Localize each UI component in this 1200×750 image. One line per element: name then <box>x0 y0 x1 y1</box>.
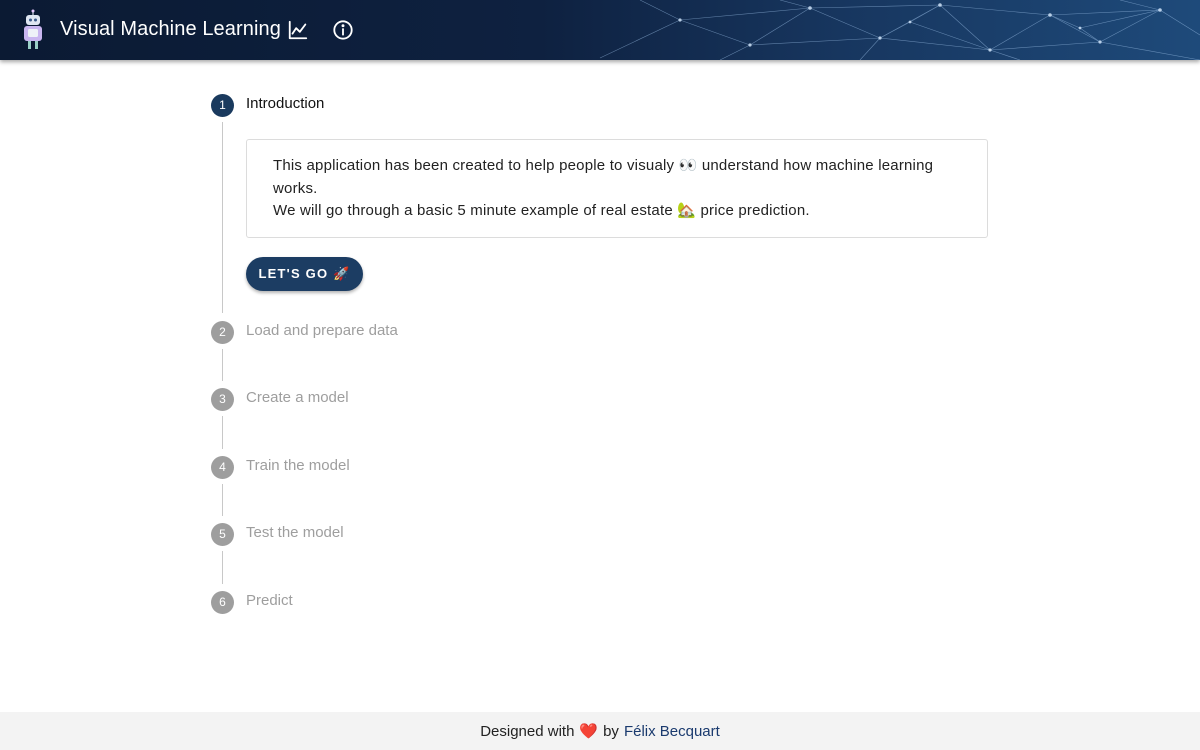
footer: Designed with ❤️ by Félix Becquart <box>0 712 1200 750</box>
step-number-badge: 5 <box>211 522 234 546</box>
heart-icon: ❤️ <box>579 723 599 740</box>
intro-text-line-2: We will go through a basic 5 minute exam… <box>273 202 810 219</box>
step-label: Predict <box>246 592 293 609</box>
step-number-badge: 3 <box>211 387 234 411</box>
step-introduction: 1 Introduction This application has been… <box>211 93 1001 291</box>
step-number-badge: 1 <box>211 93 234 117</box>
step-load-data: 2 Load and prepare data <box>211 320 1001 344</box>
info-icon <box>333 20 353 40</box>
intro-text-line-1: This application has been created to hel… <box>273 157 934 197</box>
step-label: Introduction <box>246 95 325 112</box>
app-title: Visual Machine Learning <box>60 18 281 40</box>
step-header[interactable]: 4 Train the model <box>211 455 1001 479</box>
step-header[interactable]: 3 Create a model <box>211 387 1001 411</box>
chart-button[interactable] <box>284 16 312 44</box>
intro-card: This application has been created to hel… <box>246 139 988 238</box>
app-bar: Visual Machine Learning <box>0 0 1200 60</box>
author-link[interactable]: Félix Becquart <box>624 723 720 740</box>
footer-by: by <box>603 722 619 740</box>
chart-line-icon <box>288 20 308 40</box>
step-header[interactable]: 6 Predict <box>211 590 1001 614</box>
step-number-badge: 4 <box>211 455 234 479</box>
step-connector <box>222 416 223 449</box>
step-number-badge: 2 <box>211 320 234 344</box>
step-header[interactable]: 2 Load and prepare data <box>211 320 1001 344</box>
step-connector <box>222 122 223 313</box>
step-connector <box>222 484 223 516</box>
step-label: Test the model <box>246 524 344 541</box>
step-test-model: 5 Test the model <box>211 522 1001 546</box>
step-header[interactable]: 1 Introduction <box>211 93 1001 117</box>
step-connector <box>222 551 223 584</box>
info-button[interactable] <box>329 16 357 44</box>
step-label: Train the model <box>246 457 350 474</box>
robot-logo-icon <box>24 9 42 49</box>
step-label: Load and prepare data <box>246 322 398 339</box>
step-label: Create a model <box>246 389 349 406</box>
footer-prefix: Designed with <box>480 722 575 740</box>
step-number-badge: 6 <box>211 590 234 614</box>
network-background-image <box>599 0 1200 60</box>
step-connector <box>222 349 223 381</box>
step-train-model: 4 Train the model <box>211 455 1001 479</box>
step-header[interactable]: 5 Test the model <box>211 522 1001 546</box>
step-create-model: 3 Create a model <box>211 387 1001 411</box>
step-predict: 6 Predict <box>211 590 1001 614</box>
lets-go-button[interactable]: LET'S GO 🚀 <box>246 257 363 291</box>
